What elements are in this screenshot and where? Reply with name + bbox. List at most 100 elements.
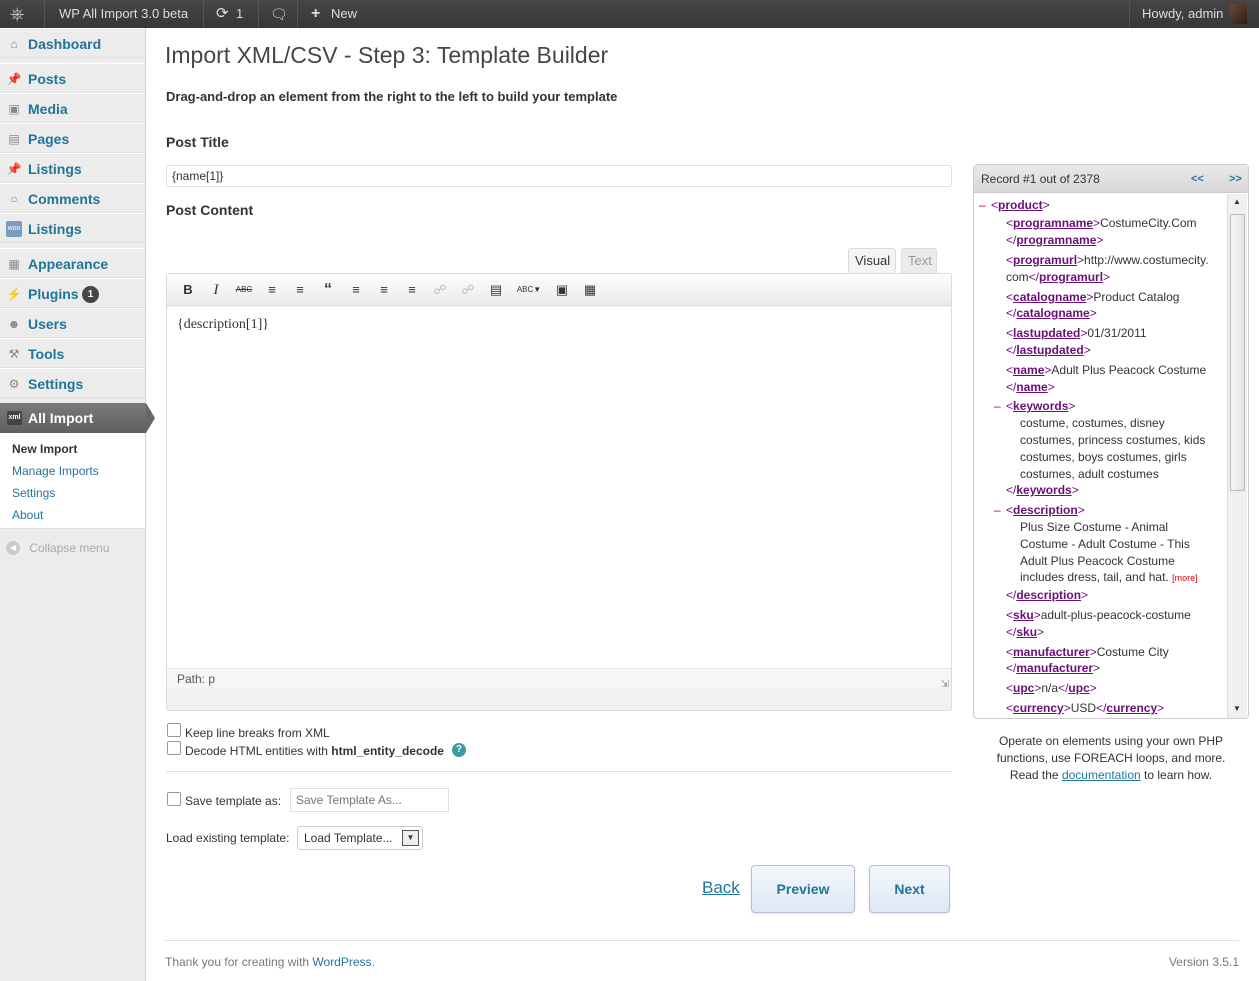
collapse-icon: ◀ <box>6 540 20 555</box>
xml-node-upc[interactable]: <upc>n/a</upc> <box>1006 680 1097 697</box>
bold-icon[interactable]: B <box>178 281 198 299</box>
submenu-about[interactable]: About <box>12 508 43 522</box>
wordpress-link[interactable]: WordPress <box>312 955 371 969</box>
scrollbar-thumb[interactable] <box>1230 214 1245 491</box>
sidebar-item-posts[interactable]: 📌 Posts <box>0 63 145 93</box>
editor-content-area[interactable]: {description[1]} <box>167 307 951 668</box>
next-record-icon[interactable]: >> <box>1229 165 1242 193</box>
footer-thanks: Thank you for creating with WordPress. <box>165 955 375 969</box>
preview-button[interactable]: Preview <box>751 865 855 913</box>
align-left-icon[interactable]: ≡ <box>346 281 366 299</box>
sidebar-item-media[interactable]: ▣ Media <box>0 93 145 123</box>
align-center-icon[interactable]: ≡ <box>374 281 394 299</box>
numbered-list-icon[interactable]: ≡ <box>290 281 310 299</box>
post-content-editor: B I ABC ≡ ≡ “ ≡ ≡ ≡ ☍ ☍ ▤ ABC▼ ▣ ▦ {desc… <box>166 273 952 711</box>
appearance-icon: ▦ <box>8 257 20 271</box>
sidebar-item-users[interactable]: ☻ Users <box>0 308 145 338</box>
sidebar-item-dashboard[interactable]: ⌂ Dashboard <box>0 28 145 58</box>
new-content-link[interactable]: New <box>331 0 357 28</box>
post-title-input[interactable] <box>166 165 952 187</box>
xml-node-programname[interactable]: <programname>CostumeCity.Com <box>1006 215 1197 232</box>
sidebar-item-listings[interactable]: 📌 Listings <box>0 153 145 183</box>
xml-tree: – <product> <programname>CostumeCity.Com… <box>979 197 1209 717</box>
collapse-menu[interactable]: ◀ Collapse menu <box>6 540 136 558</box>
help-icon[interactable]: ? <box>452 743 466 757</box>
link-icon[interactable]: ☍ <box>430 281 450 299</box>
resize-handle-icon[interactable]: ⇲ <box>941 679 949 690</box>
sidebar-item-plugins[interactable]: ⚡ Plugins 1 <box>0 278 145 308</box>
post-title-label: Post Title <box>166 134 229 150</box>
submenu-settings[interactable]: Settings <box>12 486 55 500</box>
xml-node-currency[interactable]: <currency>USD</currency> <box>1006 700 1164 717</box>
users-icon: ☻ <box>7 317 21 331</box>
record-counter: Record #1 out of 2378 <box>981 172 1100 186</box>
sidebar-item-all-import[interactable]: xml All Import <box>0 403 155 433</box>
xml-node-product[interactable]: <product> <box>991 197 1050 214</box>
media-icon: ▣ <box>8 102 20 116</box>
next-button[interactable]: Next <box>869 865 950 913</box>
pin-icon: 📌 <box>6 162 22 176</box>
main-content: Import XML/CSV - Step 3: Template Builde… <box>146 28 1259 981</box>
italic-icon[interactable]: I <box>206 281 226 299</box>
scroll-up-icon[interactable]: ▲ <box>1233 197 1241 206</box>
avatar[interactable] <box>1229 4 1247 24</box>
xml-node-manufacturer[interactable]: <manufacturer>Costume City <box>1006 644 1169 661</box>
comments-icon[interactable]: 🗨 <box>270 0 288 28</box>
save-template-input[interactable] <box>290 788 449 812</box>
sidebar-item-tools[interactable]: ⚒ Tools <box>0 338 145 368</box>
site-name[interactable]: WP All Import 3.0 beta <box>59 0 188 28</box>
editor-toolbar: B I ABC ≡ ≡ “ ≡ ≡ ≡ ☍ ☍ ▤ ABC▼ ▣ ▦ <box>167 274 951 306</box>
sidebar-item-pages[interactable]: ▤ Pages <box>0 123 145 153</box>
collapse-toggle[interactable]: – <box>994 398 1001 415</box>
wordpress-logo-icon[interactable]: ⎈ <box>10 0 24 28</box>
align-right-icon[interactable]: ≡ <box>402 281 422 299</box>
all-import-submenu: New Import Manage Imports Settings About <box>0 433 145 529</box>
updates-count[interactable]: 1 <box>236 0 243 28</box>
scroll-down-icon[interactable]: ▼ <box>1233 704 1241 713</box>
sidebar-item-appearance[interactable]: ▦ Appearance <box>0 248 145 278</box>
xml-node-description[interactable]: <description> <box>1006 502 1085 519</box>
xml-node-catalogname[interactable]: <catalogname>Product Catalog <box>1006 289 1179 306</box>
submenu-manage-imports[interactable]: Manage Imports <box>12 464 99 478</box>
xml-node-sku[interactable]: <sku>adult-plus-peacock-costume <box>1006 607 1191 624</box>
howdy-user[interactable]: Howdy, admin <box>1142 0 1223 28</box>
documentation-link[interactable]: documentation <box>1062 768 1141 782</box>
save-template-label: Save template as: <box>185 794 282 808</box>
decode-html-checkbox[interactable] <box>167 741 181 755</box>
spellcheck-icon[interactable]: ABC▼ <box>514 281 544 299</box>
more-tag-icon[interactable]: ▤ <box>486 281 506 299</box>
load-template-select[interactable]: Load Template... ▼ <box>297 826 423 850</box>
xml-help-notes: Operate on elements using your own PHP f… <box>996 734 1226 782</box>
collapse-toggle[interactable]: – <box>994 502 1001 519</box>
tab-text[interactable]: Text <box>901 248 937 273</box>
tab-visual[interactable]: Visual <box>848 248 896 273</box>
plus-icon[interactable]: + <box>311 0 320 28</box>
collapse-toggle[interactable]: – <box>979 197 986 214</box>
submenu-new-import[interactable]: New Import <box>12 442 77 456</box>
prev-record-icon[interactable]: << <box>1191 165 1204 193</box>
bullet-list-icon[interactable]: ≡ <box>262 281 282 299</box>
admin-bar: ⎈ WP All Import 3.0 beta ⟳ 1 🗨 + New How… <box>0 0 1259 28</box>
keep-linebreaks-checkbox[interactable] <box>167 723 181 737</box>
kitchen-sink-icon[interactable]: ▦ <box>580 281 600 299</box>
admin-footer: Thank you for creating with WordPress. V… <box>165 940 1239 980</box>
back-link[interactable]: Back <box>702 878 740 898</box>
xml-node-name[interactable]: <name>Adult Plus Peacock Costume <box>1006 362 1206 379</box>
fullscreen-icon[interactable]: ▣ <box>552 281 572 299</box>
sidebar-item-comments[interactable]: ○ Comments <box>0 183 145 213</box>
save-template-checkbox[interactable] <box>167 792 181 806</box>
xml-node-keywords[interactable]: <keywords> <box>1006 398 1075 415</box>
blockquote-icon[interactable]: “ <box>318 281 338 299</box>
updates-icon[interactable]: ⟳ <box>216 0 229 28</box>
more-link[interactable]: [more] <box>1172 573 1198 583</box>
xml-node-lastupdated[interactable]: <lastupdated>01/31/2011 <box>1006 325 1147 342</box>
sidebar-item-listings-woo[interactable]: woo Listings <box>0 213 145 243</box>
unlink-icon[interactable]: ☍ <box>458 281 478 299</box>
xml-node-programurl[interactable]: <programurl>http://www.costumecity. <box>1006 252 1209 269</box>
strikethrough-icon[interactable]: ABC <box>234 281 254 299</box>
xml-scrollbar[interactable]: ▲ ▼ <box>1227 194 1247 718</box>
load-template-label: Load existing template: <box>166 831 290 845</box>
post-content-label: Post Content <box>166 202 254 218</box>
pages-icon: ▤ <box>8 132 20 146</box>
sidebar-item-settings[interactable]: ⚙ Settings <box>0 368 145 398</box>
